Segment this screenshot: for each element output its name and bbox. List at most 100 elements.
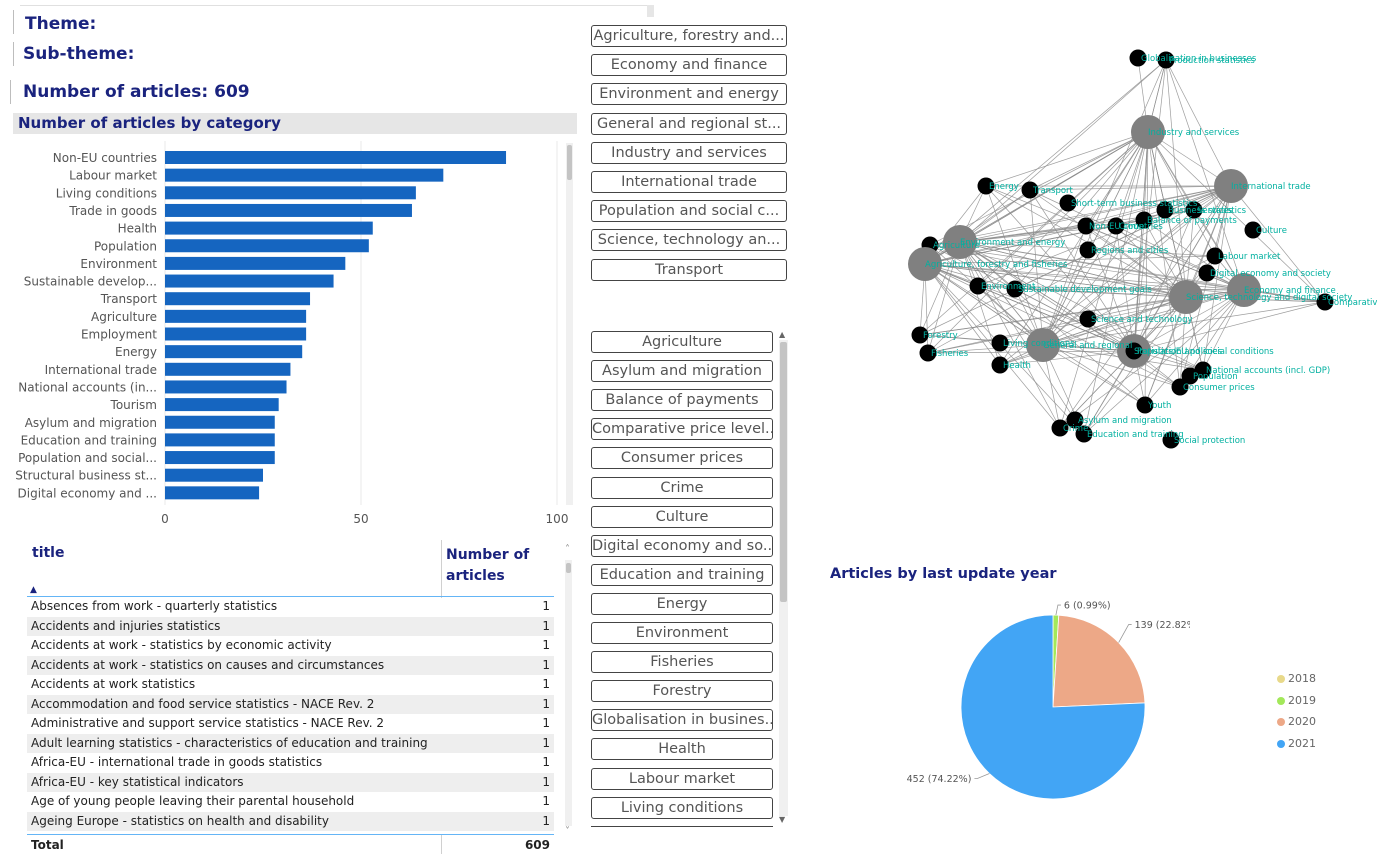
network-node-label: Population and social conditions [1137, 347, 1274, 357]
network-graph[interactable]: Globalisation in businessesProduction st… [890, 40, 1377, 460]
table-row[interactable]: Adult learning statistics - characterist… [27, 733, 554, 753]
bar-category-label: International trade [45, 363, 157, 377]
bar[interactable] [165, 362, 291, 376]
bar-chart-scrollbar[interactable] [566, 143, 573, 505]
theme-slicer-item[interactable]: Transport [591, 258, 787, 281]
caret-down-icon[interactable]: ▼ [779, 815, 785, 824]
theme-slicer-item[interactable]: General and regional st... [591, 112, 787, 135]
table-row[interactable]: Absences from work - quarterly statistic… [27, 597, 554, 617]
bar-category-label: Health [118, 222, 157, 236]
network-node-label: Asylum and migration [1078, 416, 1172, 426]
legend-label[interactable]: 2018 [1288, 672, 1316, 685]
subtheme-slicer-item[interactable]: Health [591, 738, 773, 761]
table-row[interactable]: Africa-EU - international trade in goods… [27, 753, 554, 773]
table-row[interactable]: Accidents at work - statistics by econom… [27, 636, 554, 656]
bar[interactable] [165, 309, 307, 323]
bar[interactable] [165, 380, 287, 394]
bar[interactable] [165, 186, 416, 200]
subtheme-scroll-thumb[interactable] [780, 342, 787, 602]
table-scrollbar[interactable] [565, 560, 572, 826]
bar[interactable] [165, 256, 346, 270]
bar[interactable] [165, 468, 263, 482]
subtheme-slicer-item[interactable]: Consumer prices [591, 447, 773, 470]
subtheme-slicer-item[interactable]: Living conditions [591, 796, 773, 819]
legend-swatch [1277, 739, 1285, 748]
bar-category-label: Education and training [21, 433, 157, 447]
table-cell-number: 1 [542, 774, 550, 789]
sort-ascending-icon[interactable]: ▲ [30, 585, 37, 595]
pie-slice[interactable] [1052, 614, 1146, 708]
bar[interactable] [165, 415, 275, 429]
bar-category-label: Population [94, 239, 157, 253]
legend-label[interactable]: 2020 [1288, 715, 1316, 728]
network-node-label: Forestry [923, 331, 958, 341]
subtheme-slicer-item[interactable]: Labour market [591, 767, 773, 790]
network-node-label: Industry and services [1148, 128, 1240, 138]
network-node-label: Digital economy and society [1210, 269, 1331, 279]
bar[interactable] [165, 398, 279, 412]
subtheme-slicer-item[interactable]: Asylum and migration [591, 360, 773, 383]
subtheme-slicer-item[interactable]: Agriculture [591, 331, 773, 353]
theme-slicer-item[interactable]: Population and social c... [591, 200, 787, 223]
bar-category-label: Digital economy and ... [18, 486, 157, 500]
subtheme-slicer-item[interactable]: Education and training [591, 563, 773, 586]
subtheme-slicer-item[interactable]: Culture [591, 505, 773, 528]
table-row[interactable]: Accidents at work - statistics on causes… [27, 655, 554, 675]
theme-slicer-item[interactable]: Industry and services [591, 141, 787, 164]
chevron-up-icon[interactable]: ˄ [565, 544, 570, 555]
resize-handle[interactable] [647, 5, 654, 17]
subtheme-slicer-item[interactable]: Forestry [591, 680, 773, 703]
bar[interactable] [165, 221, 373, 235]
table-col-divider [441, 540, 442, 598]
bar[interactable] [165, 168, 444, 182]
table-row[interactable]: Accidents and injuries statistics 1 [27, 616, 554, 636]
chevron-down-icon[interactable]: ˅ [565, 826, 570, 837]
bar[interactable] [165, 239, 369, 253]
subtheme-slicer-item[interactable]: Energy [591, 592, 773, 615]
theme-slicer-item[interactable]: Science, technology an... [591, 229, 787, 252]
table-cell-number: 1 [542, 638, 550, 652]
legend-swatch [1277, 718, 1285, 726]
theme-slicer-item[interactable]: Agriculture, forestry and... [591, 25, 787, 47]
legend-label[interactable]: 2019 [1288, 694, 1316, 707]
bar[interactable] [165, 433, 275, 447]
table-row[interactable]: Accommodation and food service statistic… [27, 694, 554, 714]
caret-up-icon[interactable]: ▲ [779, 330, 785, 339]
theme-slicer-item[interactable]: Environment and energy [591, 83, 787, 106]
subtheme-slicer-item[interactable]: Globalisation in busines... [591, 709, 773, 732]
bar[interactable] [165, 327, 307, 341]
table-row[interactable]: Accidents at work statistics 1 [27, 675, 554, 695]
subtheme-slicer-item[interactable]: Fisheries [591, 651, 773, 674]
subtheme-slicer-item[interactable]: Environment [591, 622, 773, 644]
legend-label[interactable]: 2021 [1288, 737, 1316, 750]
table-cell-title: Accidents at work - statistics on causes… [31, 657, 385, 672]
subtheme-slicer-item[interactable]: Balance of payments [591, 389, 773, 412]
pie-chart-title: Articles by last update year [830, 566, 1057, 582]
table-row[interactable]: Ageing Europe - statistics on health and… [27, 811, 554, 831]
table-row[interactable]: Age of young people leaving their parent… [27, 792, 554, 812]
network-node-label: Transport [1032, 186, 1074, 196]
table-scroll-thumb[interactable] [566, 563, 571, 573]
bar[interactable] [165, 203, 412, 217]
article-count: Number of articles: 609 [23, 82, 250, 102]
bar[interactable] [165, 486, 260, 500]
network-edge [1165, 59, 1187, 298]
table-header-number[interactable]: Number of articles [446, 545, 546, 587]
legend-swatch [1277, 675, 1285, 683]
table-cell-title: Absences from work - quarterly statistic… [31, 599, 278, 613]
bar[interactable] [165, 292, 311, 306]
bar-chart-scroll-thumb[interactable] [567, 145, 572, 180]
theme-slicer-item[interactable]: International trade [591, 171, 787, 193]
bar[interactable] [165, 151, 507, 164]
table-header-title[interactable]: title [32, 545, 64, 561]
bar[interactable] [165, 345, 303, 359]
subtheme-slicer-item[interactable]: Comparative price level... [591, 418, 773, 441]
bar[interactable] [165, 451, 275, 465]
subtheme-slicer-item[interactable]: Digital economy and so... [591, 534, 773, 557]
bar-category-label: Labour market [69, 169, 157, 183]
table-row[interactable]: Africa-EU - key statistical indicators 1 [27, 772, 554, 792]
subtheme-slicer-item[interactable]: Crime [591, 476, 773, 499]
bar[interactable] [165, 274, 334, 288]
theme-slicer-item[interactable]: Economy and finance [591, 54, 787, 77]
table-row[interactable]: Administrative and support service stati… [27, 714, 554, 734]
